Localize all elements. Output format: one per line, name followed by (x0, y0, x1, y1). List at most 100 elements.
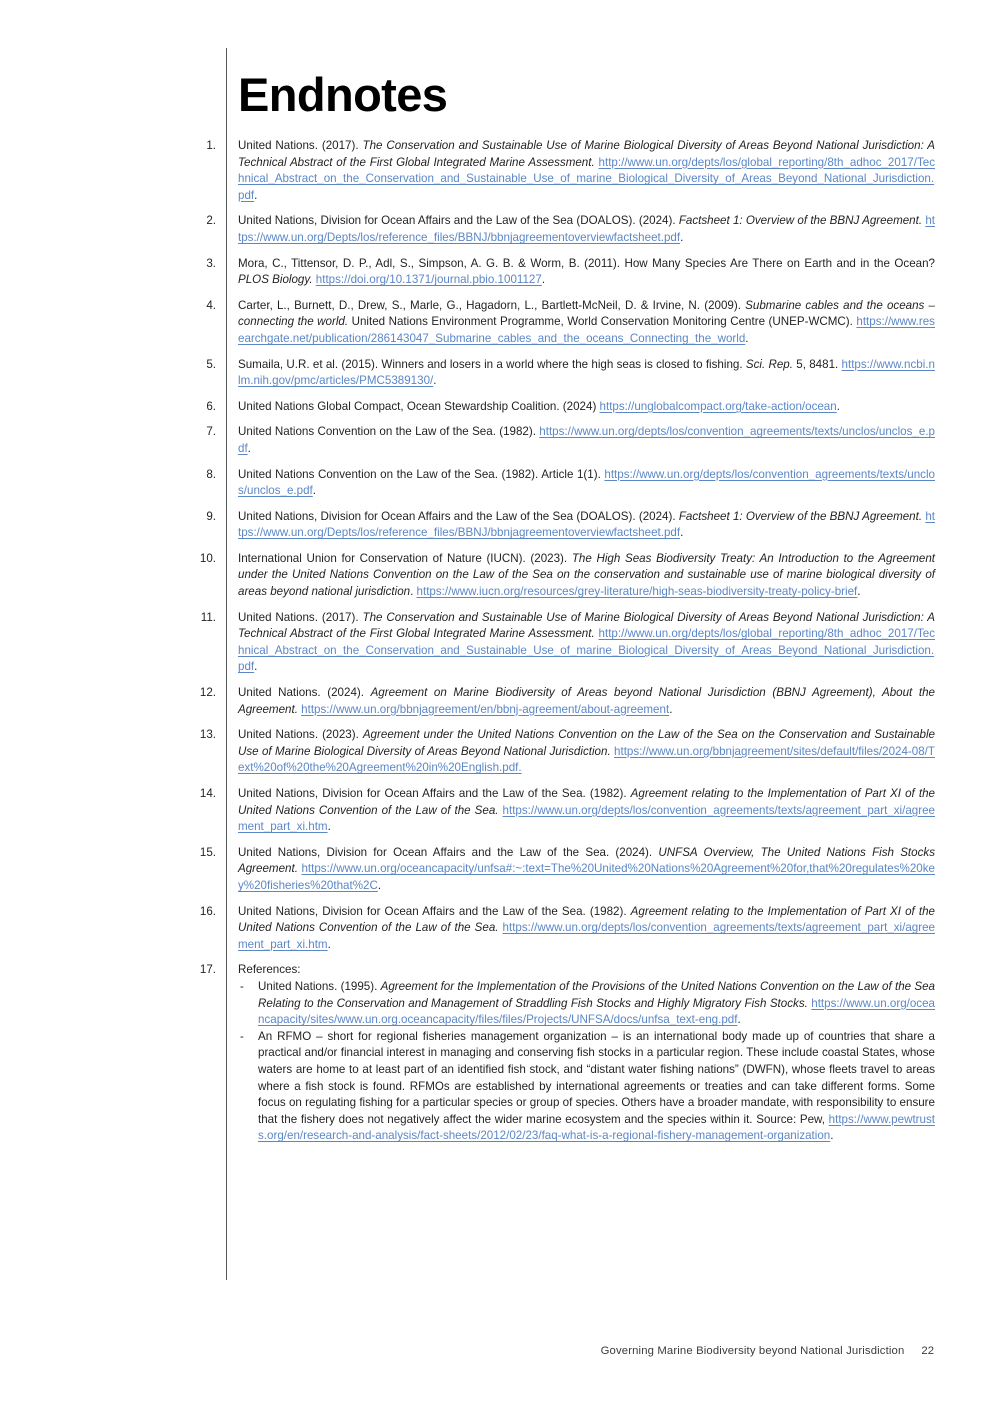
reference-text: An RFMO – short for regional fisheries m… (258, 1029, 935, 1126)
reference-text: United Nations, Division for Ocean Affai… (238, 787, 631, 800)
endnote-body: United Nations, Division for Ocean Affai… (238, 904, 935, 954)
reference-text: . (433, 374, 437, 388)
endnote-body: United Nations. (2024). Agreement on Mar… (238, 685, 935, 718)
endnote-sublist: - United Nations. (1995). Agreement for t… (238, 979, 935, 1145)
endnote-body: United Nations Convention on the Law of … (238, 424, 935, 457)
reference-link[interactable]: https://unglobalcompact.org/take-action/… (600, 400, 837, 413)
endnote-item: 12. United Nations. (2024). Agreement on … (190, 685, 935, 718)
reference-text: . (830, 1129, 834, 1143)
endnote-body: International Union for Conservation of … (238, 551, 935, 601)
reference-text: . (247, 441, 251, 455)
reference-title: Factsheet 1: Overview of the BBNJ Agreem… (678, 509, 923, 523)
endnotes-page: Endnotes 1. United Nations. (2017). The C… (0, 0, 992, 1403)
endnote-body: References: (238, 962, 935, 979)
endnote-item: 6. United Nations Global Compact, Ocean S… (190, 399, 935, 416)
endnote-body: United Nations, Division for Ocean Affai… (238, 845, 935, 895)
endnote-body: United Nations Global Compact, Ocean Ste… (238, 399, 935, 416)
reference-text: References: (238, 963, 301, 977)
endnote-item: 5. Sumaila, U.R. et al. (2015). Winners a… (190, 357, 935, 390)
reference-text: United Nations Convention on the Law of … (238, 425, 540, 439)
reference-text: Carter, L., Burnett, D., Drew, S., Marle… (238, 298, 746, 312)
endnote-body: United Nations. (2017). The Conservation… (238, 610, 935, 676)
endnote-number: 9. (206, 509, 216, 523)
endnote-item: 7. United Nations Convention on the Law o… (190, 424, 935, 457)
endnote-item: 13. United Nations. (2023). Agreement und… (190, 727, 935, 777)
reference-text: United Nations Environment Programme, Wo… (348, 315, 857, 329)
endnote-number: 17. (199, 963, 216, 977)
reference-text: . (857, 585, 861, 599)
endnote-number: 15. (199, 845, 216, 859)
reference-text: . (680, 230, 684, 244)
page-footer: Governing Marine Biodiversity beyond Nat… (0, 1345, 992, 1357)
endnote-number: 13. (199, 728, 216, 742)
reference-title: Sci. Rep. (745, 357, 793, 371)
reference-text: United Nations. (2017). (238, 139, 363, 152)
reference-text: . (541, 273, 546, 287)
reference-text: United Nations. (1995). (258, 979, 381, 993)
bullet-dash-icon: - (240, 1029, 244, 1043)
reference-text: . (745, 331, 749, 345)
endnote-item: 3. Mora, C., Tittensor, D. P., Adl, S., S… (190, 256, 935, 289)
reference-text: . (312, 484, 316, 498)
endnotes-list: 1. United Nations. (2017). The Conservati… (190, 138, 935, 1145)
endnote-number: 2. (206, 214, 216, 228)
footer-title: Governing Marine Biodiversity beyond Nat… (600, 1345, 905, 1357)
reference-link[interactable]: https://www.un.org/oceancapacity/unfsa#:… (238, 862, 935, 892)
endnote-number: 10. (199, 551, 216, 565)
reference-link[interactable]: https://www.iucn.org/resources/grey-lite… (417, 585, 858, 598)
endnote-item: 2. United Nations, Division for Ocean Aff… (190, 213, 935, 246)
reference-text: 5, 8481. (792, 357, 842, 371)
reference-text: International Union for Conservation of … (238, 551, 572, 565)
endnote-number: 12. (199, 686, 216, 700)
endnote-number: 1. (206, 139, 216, 152)
footer-page-number: 22 (921, 1345, 934, 1357)
endnote-number: 5. (206, 357, 216, 371)
endnote-item: 9. United Nations, Division for Ocean Aff… (190, 509, 935, 542)
reference-text: United Nations. (2017). (238, 610, 363, 624)
endnote-item: 10. International Union for Conservation … (190, 551, 935, 601)
reference-text: . (669, 702, 673, 716)
endnote-sublist-item: - An RFMO – short for regional fisheries … (238, 1029, 935, 1145)
reference-text: . (327, 937, 331, 951)
endnote-number: 16. (199, 904, 216, 918)
reference-text: United Nations, Division for Ocean Affai… (238, 509, 679, 523)
endnote-number: 3. (206, 256, 216, 270)
reference-text: Mora, C., Tittensor, D. P., Adl, S., Sim… (238, 256, 935, 270)
reference-text: . (254, 660, 258, 674)
endnote-item: 11. United Nations. (2017). The Conservat… (190, 610, 935, 676)
endnote-item: 14. United Nations, Division for Ocean Af… (190, 786, 935, 836)
endnote-number: 4. (206, 298, 216, 312)
endnote-body: United Nations. (2023). Agreement under … (238, 727, 935, 777)
reference-text: United Nations. (2024). (238, 686, 371, 700)
reference-title: Factsheet 1: Overview of the BBNJ Agreem… (678, 214, 923, 228)
endnote-item: 1. United Nations. (2017). The Conservati… (190, 138, 935, 204)
reference-text: United Nations Convention on the Law of … (238, 467, 605, 481)
reference-text: . (737, 1013, 741, 1027)
endnote-item: 8. United Nations Convention on the Law o… (190, 467, 935, 500)
reference-text: United Nations. (2023). (238, 728, 363, 742)
reference-link[interactable]: https://doi.org/10.1371/journal.pbio.100… (316, 273, 542, 286)
page-title: Endnotes (238, 68, 448, 122)
reference-text: . (254, 188, 258, 202)
endnote-body: Carter, L., Burnett, D., Drew, S., Marle… (238, 298, 935, 348)
endnote-item: 4. Carter, L., Burnett, D., Drew, S., Mar… (190, 298, 935, 348)
reference-text: . (327, 820, 331, 834)
endnote-item: 17. References: - United Nations. (1995). A… (190, 962, 935, 1145)
endnote-body: United Nations. (2017). The Conservation… (238, 138, 935, 204)
endnote-number: 7. (206, 425, 216, 439)
reference-text: . (836, 399, 840, 413)
endnote-body: United Nations Convention on the Law of … (238, 467, 935, 500)
endnote-number: 11. (200, 610, 216, 624)
endnote-body: Sumaila, U.R. et al. (2015). Winners and… (238, 357, 935, 390)
reference-link[interactable]: https://www.un.org/bbnjagreement/en/bbnj… (301, 703, 669, 716)
reference-text: United Nations Global Compact, Ocean Ste… (238, 399, 600, 413)
reference-text: United Nations, Division for Ocean Affai… (238, 845, 659, 859)
reference-text: . (680, 526, 684, 540)
endnote-item: 15. United Nations, Division for Ocean Af… (190, 845, 935, 895)
endnote-body: United Nations, Division for Ocean Affai… (238, 786, 935, 836)
endnote-number: 8. (206, 467, 216, 481)
endnote-number: 14. (199, 787, 216, 800)
endnote-item: 16. United Nations, Division for Ocean Af… (190, 904, 935, 954)
reference-title: PLOS Biology. (238, 273, 313, 287)
endnote-number: 6. (206, 399, 216, 413)
